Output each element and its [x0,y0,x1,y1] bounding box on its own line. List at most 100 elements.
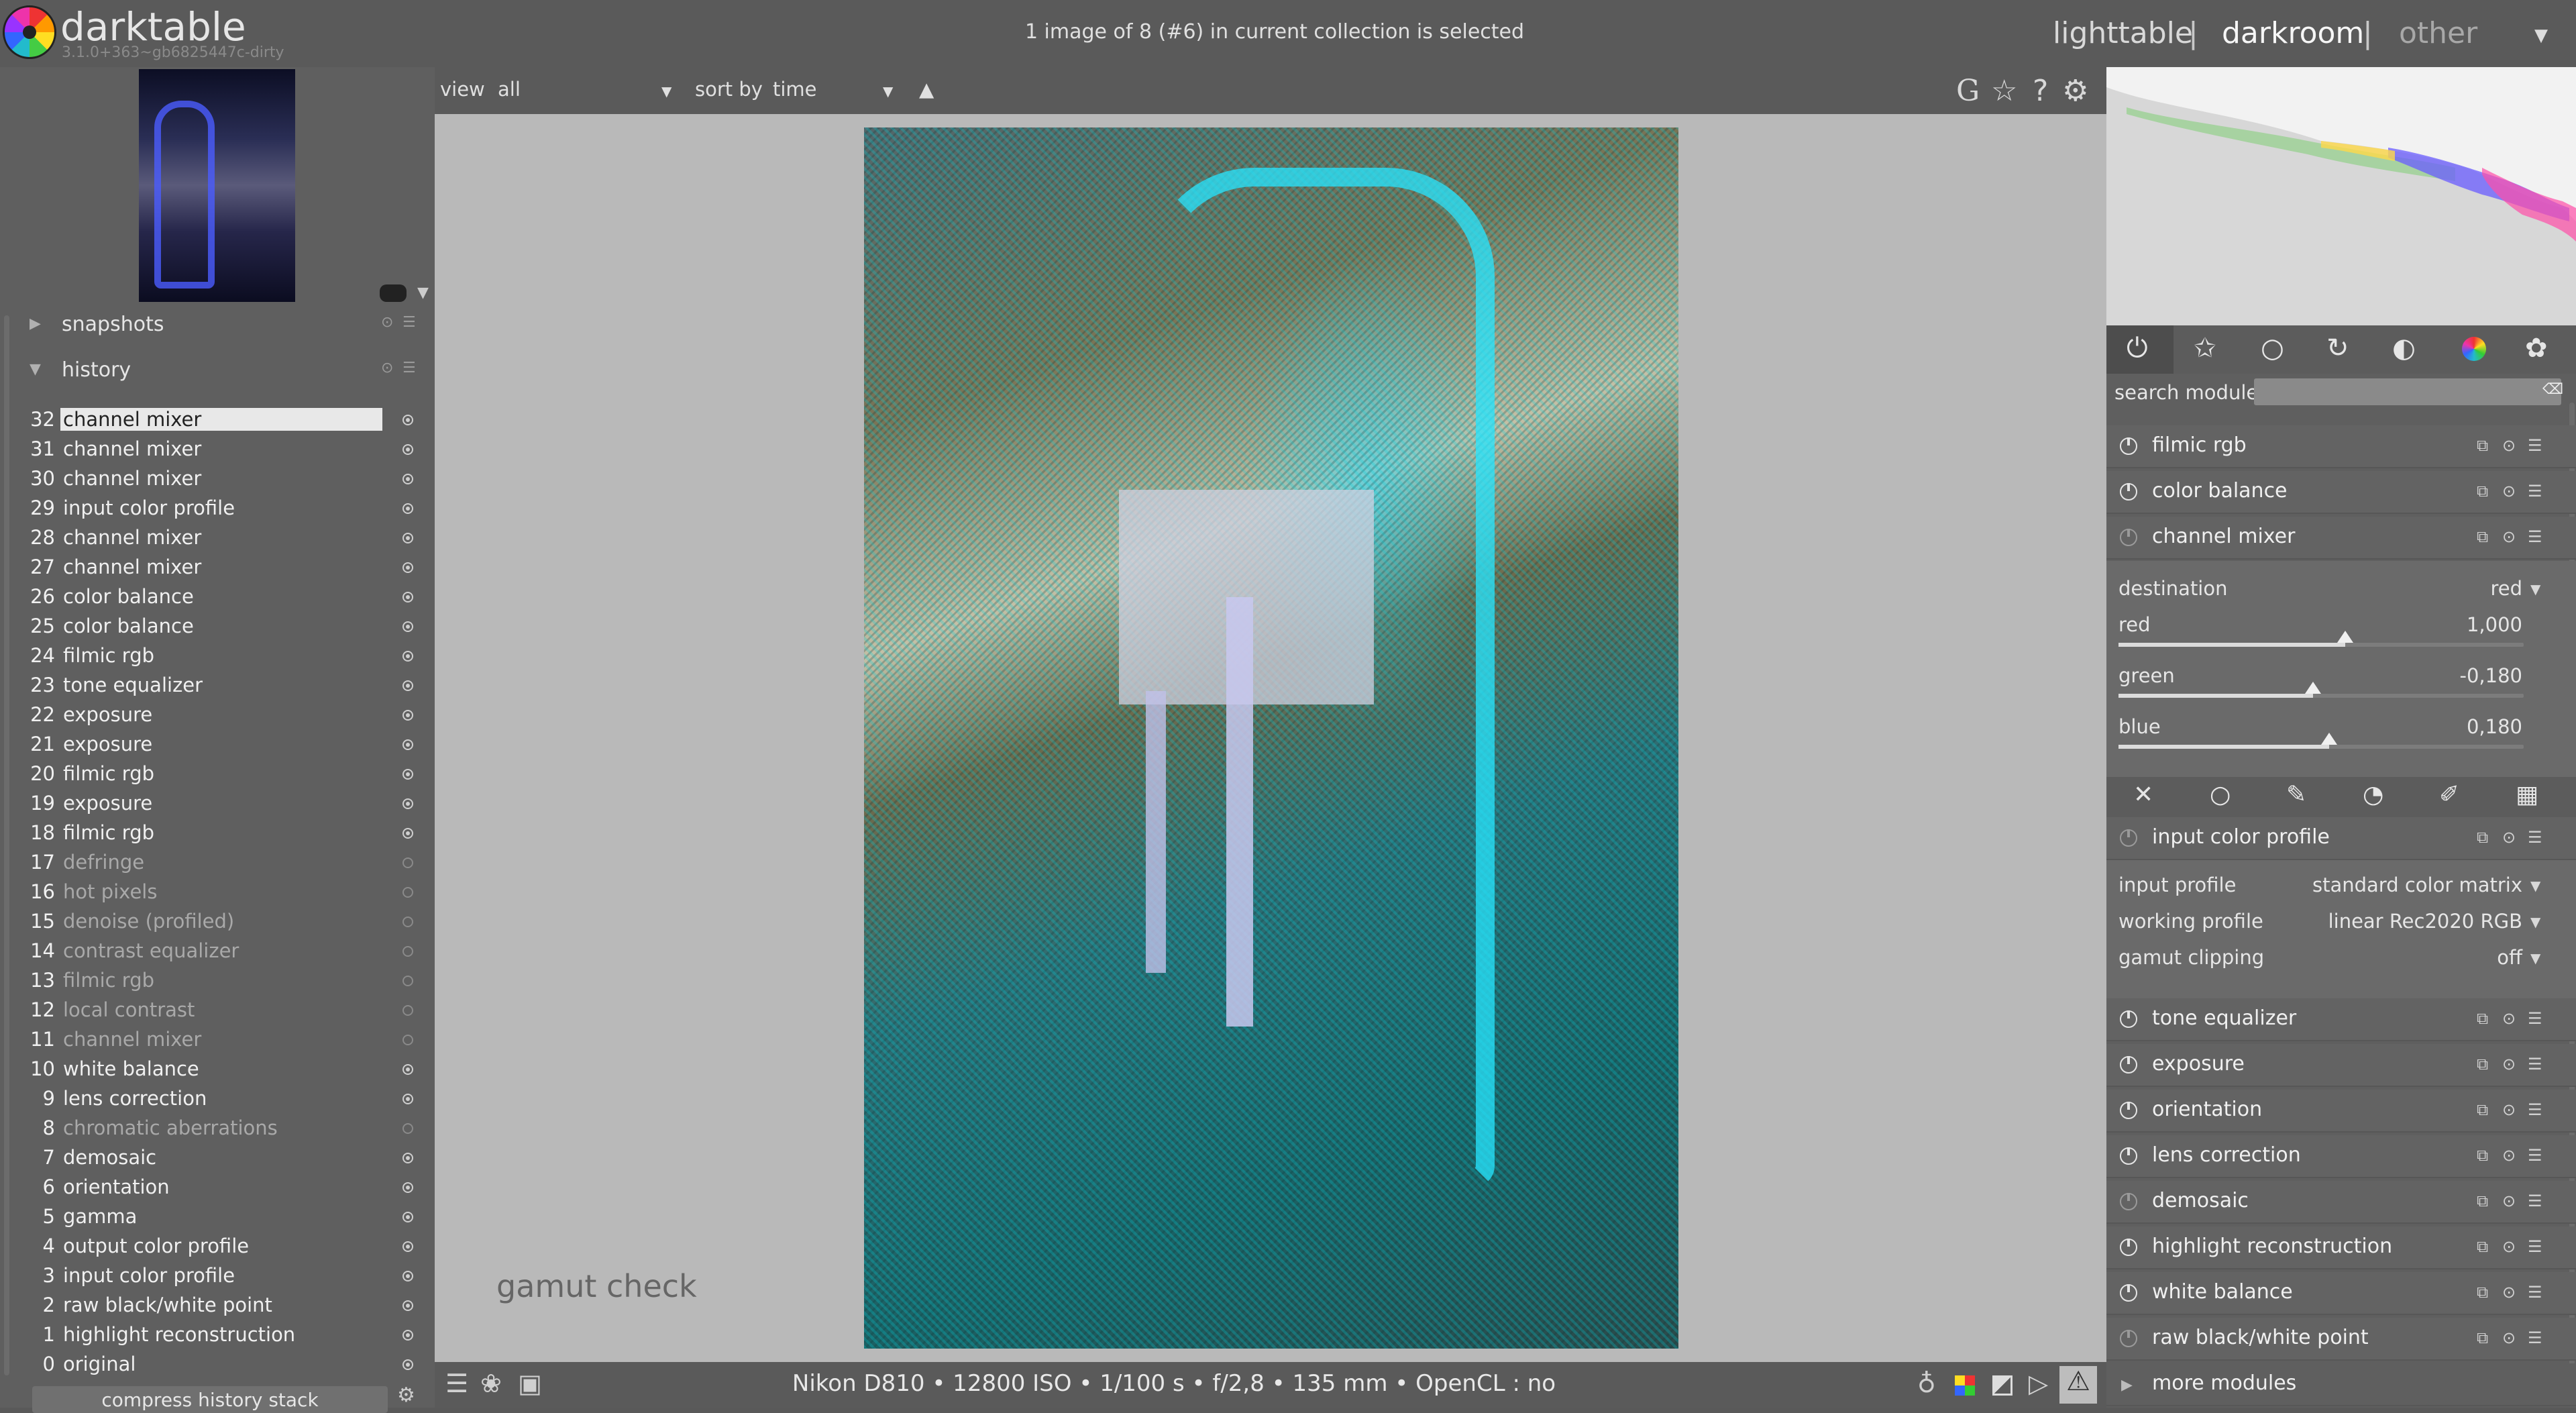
slider-handle[interactable] [2337,631,2354,643]
multi-instance-icon[interactable]: ⧉ [2477,1237,2488,1256]
history-item[interactable]: 15 denoise (profiled) [0,907,435,937]
channel-slider[interactable] [2118,745,2524,749]
param-select[interactable]: linear Rec2020 RGB [2254,910,2522,933]
history-item[interactable]: 8 chromatic aberrations [0,1114,435,1143]
presets-icon[interactable]: ☰ [2528,482,2542,501]
presets-icon[interactable]: ☰ [402,360,416,376]
history-item[interactable]: 12 local contrast [0,996,435,1025]
presets-icon[interactable]: ☰ [2528,1146,2542,1165]
history-item[interactable]: 28 channel mixer [0,523,435,553]
history-item[interactable]: 29 input color profile [0,494,435,523]
history-item[interactable]: 19 exposure [0,789,435,819]
reset-icon[interactable]: ⊙ [2502,828,2516,847]
power-icon[interactable] [2120,437,2137,455]
drawn-parametric-mask-icon[interactable]: ✐ [2439,781,2459,808]
power-icon[interactable] [2120,1102,2137,1119]
history-create-style-icon[interactable]: ⚙ [397,1383,415,1407]
clear-search-icon[interactable]: ⌫ [2542,381,2563,398]
reset-icon[interactable]: ⊙ [2502,1192,2516,1210]
power-icon[interactable] [2120,1010,2137,1028]
gamut-check-icon[interactable]: G [1956,74,1980,108]
styles-icon[interactable]: ❀ [480,1369,502,1398]
multi-instance-icon[interactable]: ⧉ [2477,482,2488,501]
chevron-down-icon[interactable]: ▼ [2530,950,2540,966]
multi-instance-icon[interactable]: ⧉ [2477,1328,2488,1347]
history-item[interactable]: 2 raw black/white point [0,1291,435,1320]
slider-handle[interactable] [2321,733,2338,745]
history-item[interactable]: 7 demosaic [0,1143,435,1173]
circle-icon[interactable]: ○ [2261,333,2284,364]
multi-instance-icon[interactable]: ⧉ [2477,1283,2488,1302]
power-icon[interactable] [2120,1239,2137,1256]
second-window-icon[interactable]: ▣ [518,1369,542,1398]
history-item[interactable]: 20 filmic rgb [0,760,435,789]
power-icon[interactable] [2120,1284,2137,1302]
uniform-mask-icon[interactable]: ○ [2210,781,2231,808]
view-tab-darkroom[interactable]: darkroom [2222,16,2364,50]
history-item[interactable]: 4 output color profile [0,1232,435,1261]
reset-icon[interactable]: ⊙ [2502,527,2516,546]
gamut-warning-icon[interactable]: ⚠ [2059,1366,2097,1404]
module-header[interactable]: channel mixer ⧉ ⊙ ☰ [2106,517,2576,560]
history-header[interactable]: ▼ history ⊙ ☰ [13,352,429,392]
reset-icon[interactable]: ⊙ [2502,1237,2516,1256]
presets-icon[interactable]: ☰ [2528,1192,2542,1210]
reset-icon[interactable]: ⊙ [2502,1328,2516,1347]
module-header[interactable]: demosaic ⧉ ⊙ ☰ [2106,1181,2576,1224]
off-icon[interactable]: ✕ [2133,781,2153,808]
multi-instance-icon[interactable]: ⧉ [2477,1146,2488,1165]
history-item[interactable]: 6 orientation [0,1173,435,1202]
history-item[interactable]: 26 color balance [0,582,435,612]
history-item[interactable]: 5 gamma [0,1202,435,1232]
history-item[interactable]: 0 original [0,1350,435,1379]
reset-icon[interactable]: ⊙ [2502,1146,2516,1165]
multi-instance-icon[interactable]: ⧉ [2477,1100,2488,1119]
module-header[interactable]: lens correction ⧉ ⊙ ☰ [2106,1135,2576,1178]
menu-icon[interactable]: ☰ [445,1369,468,1398]
slider-value[interactable]: 1,000 [2388,613,2522,636]
history-item[interactable]: 13 filmic rgb [0,966,435,996]
power-icon[interactable] [2120,483,2137,501]
multi-instance-icon[interactable]: ⧉ [2477,527,2488,546]
multi-instance-icon[interactable]: ⧉ [2477,1009,2488,1028]
history-item[interactable]: 11 channel mixer [0,1025,435,1055]
module-header[interactable]: tone equalizer ⧉ ⊙ ☰ [2106,998,2576,1041]
histogram[interactable] [2106,67,2576,325]
overexposed-icon[interactable] [1992,1375,2012,1396]
zoom-icon[interactable] [380,284,407,302]
presets-icon[interactable]: ☰ [2528,1328,2542,1347]
chevron-down-icon[interactable]: ▼ [883,83,893,99]
compress-history-button[interactable]: compress history stack [32,1386,388,1413]
multi-instance-icon[interactable]: ⧉ [2477,828,2488,847]
reset-icon[interactable]: ⊙ [2502,1283,2516,1302]
history-item[interactable]: 21 exposure [0,730,435,760]
power-icon[interactable] [2120,1330,2137,1347]
module-header[interactable]: input color profile ⧉ ⊙ ☰ [2106,817,2576,860]
reset-icon[interactable]: ⊙ [2502,1009,2516,1028]
gear-icon[interactable]: ⚙ [2062,74,2088,108]
color-icon[interactable] [2462,337,2486,361]
reset-icon[interactable]: ⊙ [2502,482,2516,501]
view-tab-other[interactable]: other [2399,16,2477,50]
presets-icon[interactable]: ☰ [402,314,416,331]
raster-mask-icon[interactable]: ▦ [2516,781,2538,808]
slider-handle[interactable] [2304,682,2321,694]
presets-icon[interactable]: ☰ [2528,436,2542,455]
color-assessment-icon[interactable] [1955,1375,1975,1396]
more-modules-header[interactable]: ▶ more modules [2106,1363,2576,1406]
multi-instance-icon[interactable]: ⧉ [2477,1192,2488,1210]
presets-icon[interactable]: ☰ [2528,1100,2542,1119]
search-module-input[interactable] [2254,378,2561,405]
sort-select[interactable]: time [773,78,817,101]
module-header[interactable]: white balance ⧉ ⊙ ☰ [2106,1272,2576,1315]
module-header[interactable]: exposure ⧉ ⊙ ☰ [2106,1044,2576,1087]
history-item[interactable]: 16 hot pixels [0,878,435,907]
reset-icon[interactable]: ⊙ [2502,1100,2516,1119]
chevron-down-icon[interactable]: ▼ [2534,25,2548,46]
chevron-down-icon[interactable]: ▼ [417,284,429,301]
module-header[interactable]: raw black/white point ⧉ ⊙ ☰ [2106,1318,2576,1361]
chevron-down-icon[interactable]: ▼ [2530,914,2540,930]
slider-value[interactable]: 0,180 [2388,715,2522,738]
view-filter-select[interactable]: all [498,78,521,101]
channel-slider[interactable] [2118,643,2524,647]
